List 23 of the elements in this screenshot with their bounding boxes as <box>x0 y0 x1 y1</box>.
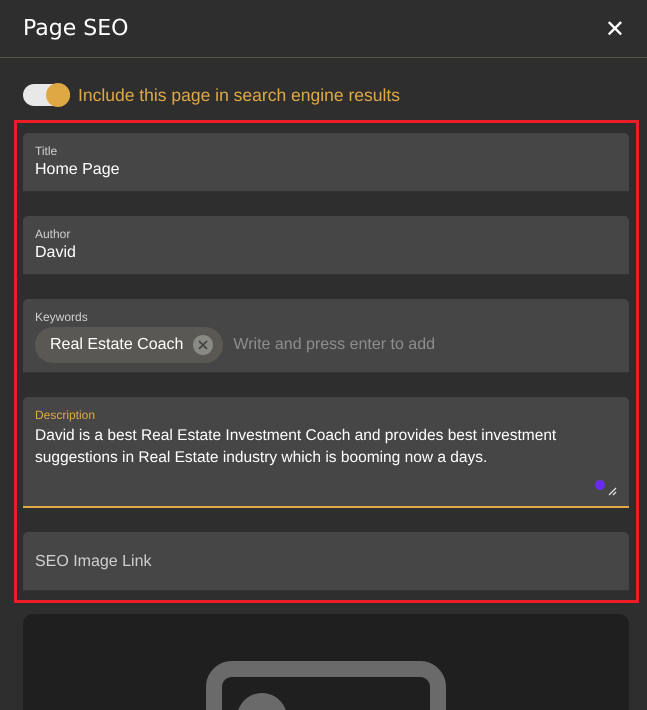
image-link-field[interactable]: SEO Image Link <box>23 532 629 591</box>
keyword-chip[interactable]: Real Estate Coach <box>35 327 224 363</box>
chip-label: Real Estate Coach <box>50 336 184 354</box>
text-field[interactable]: Title Home Page <box>23 133 629 192</box>
toggle-switch[interactable] <box>23 84 70 106</box>
dot-icon <box>595 480 605 490</box>
keywords-field[interactable]: Keywords Real Estate Coach Write and press enter to add <box>23 299 629 373</box>
close-button[interactable]: ✕ <box>602 14 627 42</box>
panel-title: Page SEO <box>23 16 128 41</box>
field-placeholder: Write and press enter to add <box>233 336 435 354</box>
resize-handle-icon[interactable] <box>608 487 617 496</box>
field-placeholder: SEO Image Link <box>35 553 152 571</box>
toggle-label: Include this page in search engine results <box>78 84 400 106</box>
field-label: Title <box>35 144 58 158</box>
field-value: David is a best Real Estate Investment Coach and provides best investment suggestions in Real Estate industry which is booming now a days. <box>35 426 558 468</box>
field-value: David <box>35 244 77 262</box>
field-label: Description <box>35 408 96 422</box>
text-field[interactable]: Author David <box>23 216 629 275</box>
field-label: Author <box>35 227 72 241</box>
description-field[interactable]: Description David is a best Real Estate Investment Coach and provides best investment suggestions in Real Estate industry which is booming now a days. <box>23 397 629 508</box>
field-label: Keywords <box>35 310 89 324</box>
field-value: Home Page <box>35 161 120 179</box>
remove-icon[interactable] <box>193 335 214 355</box>
